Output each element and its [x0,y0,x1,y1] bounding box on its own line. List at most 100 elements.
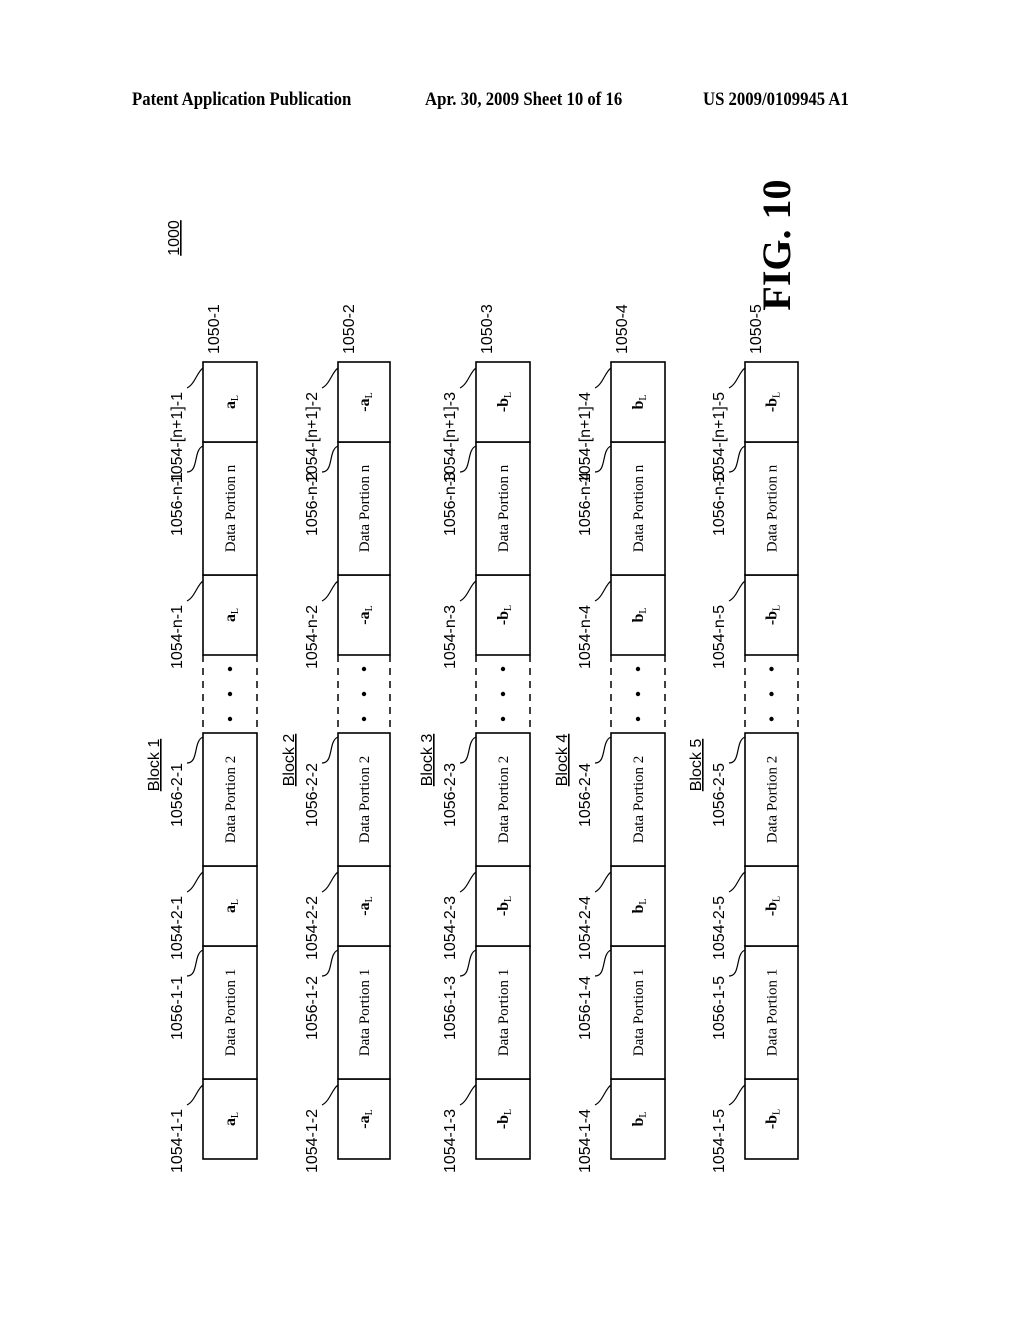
ellipsis-cell [610,655,666,733]
cell-ref-label: 1054-[n+1]-3 [442,392,459,483]
leader-line [321,580,339,602]
block-2: Block 2 1050-2 -aL1054-1-2 Data Portion 1 10… [281,304,391,1173]
cell-ref-label: 1056-1-3 [442,976,459,1040]
cell-ref-label: 1054-n-3 [442,605,459,669]
block-title: Block 1 [146,739,163,792]
symbol-cell: bL1054-n-4 [577,574,666,669]
data-portion-cell: Data Portion 1 1056-1-4 [577,945,666,1080]
ellipsis-dot [635,691,641,697]
leader-line [321,949,339,977]
leader-line [459,871,477,893]
ellipsis-dot [361,716,367,722]
leader-line [186,580,204,602]
symbol-cell: aL1054-1-1 [169,1078,258,1173]
data-portion-cell: Data Portion 1 1056-1-5 [711,945,799,1080]
data-portion-cell: Data Portion 2 1056-2-1 [169,732,258,867]
cell-ref-label: 1056-1-5 [711,976,728,1040]
leader-line [321,445,339,473]
data-portion-cell: Data Portion 2 1056-2-3 [442,732,531,867]
symbol-cell: -bL1054-1-5 [711,1078,799,1173]
cell-ref-label: 1056-2-4 [577,763,594,827]
ellipsis-cell [337,655,391,733]
data-portion-label: Data Portion 1 [631,969,647,1057]
block-ref-label: 1050-2 [341,304,358,354]
data-portion-cell: Data Portion 2 1056-2-4 [577,732,666,867]
cell-ref-label: 1056-2-5 [711,763,728,827]
leader-line [594,736,612,764]
block-title: Block 3 [419,734,436,787]
ellipsis-dot [635,666,641,672]
data-portion-label: Data Portion 2 [223,756,239,844]
leader-line [186,736,204,764]
cell-ref-label: 1054-n-1 [169,605,186,669]
leader-line [594,1084,612,1106]
data-portion-label: Data Portion n [357,464,373,552]
data-portion-label: Data Portion 1 [357,969,373,1057]
block-title: Block 2 [281,734,298,787]
block-4: Block 4 1050-4 bL1054-1-4 Data Portion 1 105… [554,304,666,1173]
symbol-cell: -aL1054-2-2 [304,865,391,960]
cell-ref-label: 1054-2-3 [442,896,459,960]
data-portion-cell: Data Portion 1 1056-1-3 [442,945,531,1080]
ellipsis-dot [769,716,774,722]
data-portion-cell: Data Portion 2 1056-2-5 [711,732,799,867]
ellipsis-dot [769,691,774,697]
symbol-cell: -aL1054-1-2 [304,1078,391,1173]
leader-line [321,736,339,764]
cell-ref-label: 1054-1-4 [577,1109,594,1173]
cell-ref-label: 1054-1-2 [304,1109,321,1173]
data-portion-label: Data Portion 1 [765,969,781,1057]
leader-line [321,367,339,389]
figure-diagram: 1000 FIG. 10 Block 11050-1aL1054-1-1Data… [146,179,799,1173]
symbol-cell: -bL1054-n-5 [711,574,799,669]
symbol-cell: bL1054-2-4 [577,865,666,960]
figure-title: FIG. 10 [754,179,799,310]
block-ref-label: 1050-4 [614,304,631,354]
data-portion-cell: Data Portion 1 1056-1-2 [304,945,391,1080]
ellipsis-dot [227,716,233,722]
cell-ref-label: 1054-n-2 [304,605,321,669]
symbol-cell: -bL1054-2-5 [711,865,799,960]
block-title: Block 4 [554,734,571,787]
symbol-cell: aL1054-n-1 [169,574,258,669]
cell-ref-label: 1056-2-2 [304,763,321,827]
symbol-cell: -bL1054-n-3 [442,574,531,669]
leader-line [728,445,746,473]
ellipsis-cell [202,655,258,733]
cell-ref-label: 1054-n-5 [711,605,728,669]
leader-line [459,736,477,764]
data-portion-cell: Data Portion 2 1056-2-2 [304,732,391,867]
cell-ref-label: 1056-2-1 [169,763,186,827]
data-portion-label: Data Portion n [631,464,647,552]
leader-line [321,1084,339,1106]
ellipsis-cell [475,655,531,733]
leader-line [186,1084,204,1106]
leader-line [728,871,746,893]
leader-line [728,1084,746,1106]
data-portion-label: Data Portion n [496,464,512,552]
cell-ref-label: 1054-[n+1]-1 [169,392,186,483]
cell-ref-label: 1054-[n+1]-2 [304,392,321,483]
block-title: Block 5 [688,739,705,792]
symbol-cell: -bL1054-1-3 [442,1078,531,1173]
leader-line [186,445,204,473]
ellipsis-dot [500,666,506,672]
cell-ref-label: 1054-[n+1]-5 [711,392,728,483]
data-portion-label: Data Portion 1 [496,969,512,1057]
block-1: Block 1 1050-1 aL1054-1-1 Data Portion 1 105… [146,304,258,1173]
symbol-cell: aL1054-2-1 [169,865,258,960]
leader-line [321,871,339,893]
data-portion-label: Data Portion 2 [765,756,781,844]
ellipsis-dot [635,716,641,722]
data-portion-label: Data Portion 2 [631,756,647,844]
data-portion-label: Data Portion n [223,464,239,552]
block-ref-label: 1050-1 [206,304,223,354]
leader-line [594,871,612,893]
leader-line [594,367,612,389]
ellipsis-dot [500,691,506,697]
leader-line [728,949,746,977]
cell-ref-label: 1054-2-5 [711,896,728,960]
ellipsis-dot [227,666,233,672]
leader-line [459,580,477,602]
data-portion-label: Data Portion 1 [223,969,239,1057]
